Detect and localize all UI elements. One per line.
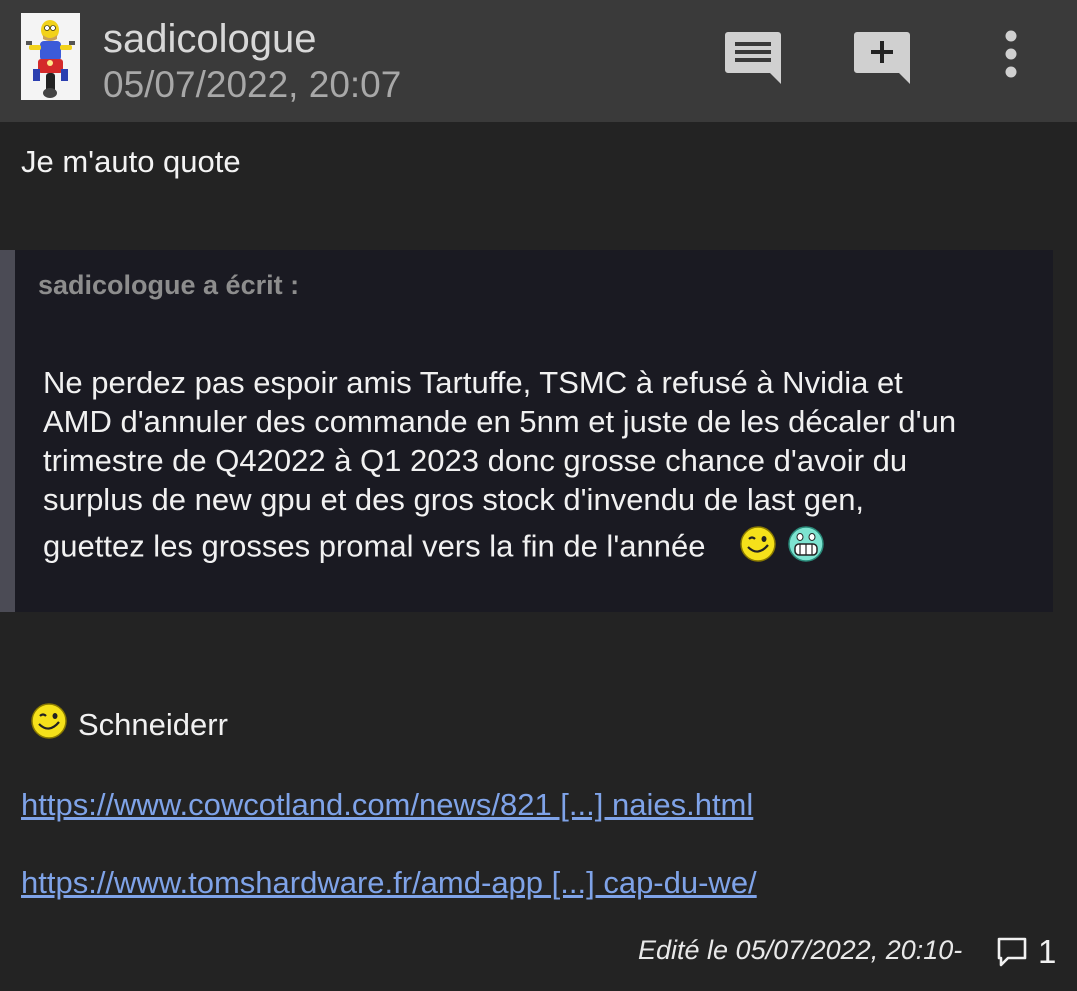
quote-author: sadicologue a écrit : [38,270,300,300]
comment-icon [997,937,1027,967]
post-header: sadicologue 05/07/2022, 20:07 [0,0,1077,122]
add-reply-button[interactable] [853,30,911,86]
edited-timestamp: Edité le 05/07/2022, 20:10- [638,935,963,965]
wink-smiley-icon [739,525,777,572]
signature-name: Schneiderr [78,707,228,742]
more-vertical-icon [1005,30,1017,78]
quote-comment-icon [725,32,781,84]
quote-line: surplus de new gpu et des gros stock d'i… [43,482,865,517]
link-cowcotland[interactable]: https://www.cowcotland.com/news/821 [...… [21,787,753,823]
quote-line: Ne perdez pas espoir amis Tartuffe, TSMC… [43,365,903,400]
add-comment-icon [854,32,910,84]
comment-count: 1 [1038,933,1057,970]
quote-line: AMD d'annuler des commande en 5nm et jus… [43,404,957,439]
wink-smiley-icon [30,702,68,748]
post-date: 05/07/2022, 20:07 [103,64,402,105]
avatar[interactable] [21,13,80,100]
avatar-homer-motorbike-icon [21,13,80,100]
quote-block: sadicologue a écrit : Ne perdez pas espo… [0,250,1053,612]
signature: Schneiderr [30,700,228,750]
quote-line: trimestre de Q42022 à Q1 2023 donc gross… [43,443,908,478]
quote-line-text: guettez les grosses promal vers la fin d… [43,528,706,564]
more-options-button[interactable] [995,28,1027,80]
post-intro: Je m'auto quote [21,144,241,179]
comment-count-button[interactable]: 1 [996,930,1056,974]
quote-line-last: guettez les grosses promal vers la fin d… [43,525,1043,572]
link-tomshardware[interactable]: https://www.tomshardware.fr/amd-app [...… [21,865,757,901]
quote-text: Ne perdez pas espoir amis Tartuffe, TSMC… [43,363,1043,572]
quote-button[interactable] [724,30,782,86]
grin-smiley-icon [787,525,825,572]
author-name[interactable]: sadicologue [103,15,317,63]
